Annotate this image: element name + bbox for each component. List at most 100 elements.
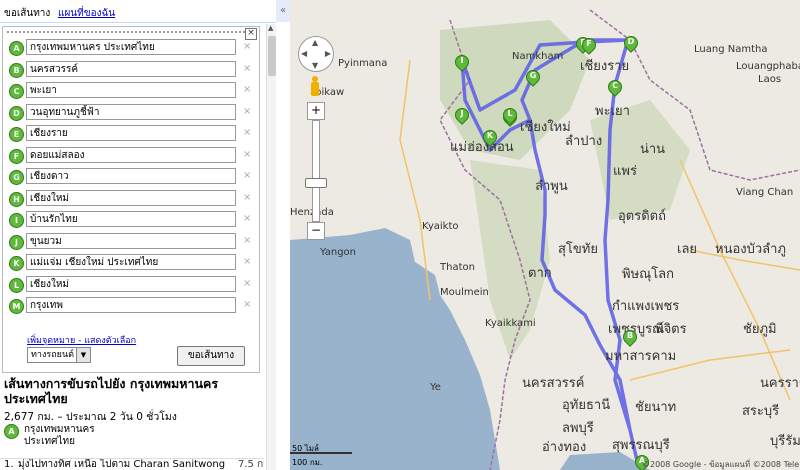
route-marker-d-icon[interactable]: D	[621, 33, 641, 56]
route-marker-g-icon[interactable]: G	[523, 67, 543, 90]
direction-step[interactable]: 1. มุ่งไปทางทิศ เหนือ ไปตาม Charan Sanit…	[0, 458, 264, 470]
remove-waypoint-icon[interactable]: ×	[243, 235, 251, 246]
map-place-label: Thaton	[440, 262, 475, 273]
collapse-panel-button[interactable]: «	[276, 0, 290, 22]
map-place-label: Kyaikto	[422, 221, 459, 232]
route-marker-k-icon[interactable]: K	[480, 127, 500, 150]
waypoint-marker-icon: H	[9, 191, 24, 207]
map-place-label: พิจิตร	[655, 322, 687, 337]
tab-my-maps[interactable]: แผนที่ของฉัน	[58, 6, 115, 21]
scale-bar: 50 ไมล์ 100 กม.	[290, 440, 360, 467]
map-place-label: ตาก	[528, 266, 552, 281]
map-place-label: นครสวรรค์	[522, 376, 585, 391]
marker-letter: B	[626, 331, 634, 340]
waypoint-marker-icon: D	[9, 105, 24, 121]
remove-waypoint-icon[interactable]: ×	[243, 256, 251, 267]
marker-letter: G	[529, 71, 537, 80]
waypoint-row: H เชียงใหม่ ×	[9, 189, 251, 208]
remove-waypoint-icon[interactable]: ×	[243, 213, 251, 224]
remove-waypoint-icon[interactable]: ×	[243, 299, 251, 310]
zoom-slider-thumb[interactable]	[305, 178, 327, 188]
waypoint-input[interactable]: ขุนยวม	[26, 232, 236, 249]
scrollbar[interactable]: ▲	[266, 24, 276, 470]
map-place-label: พิษณุโลก	[622, 267, 675, 282]
remove-waypoint-icon[interactable]: ×	[243, 149, 251, 160]
remove-waypoint-icon[interactable]: ×	[243, 106, 251, 117]
map-place-label: กำแพงเพชร	[612, 299, 680, 314]
zoom-out-button[interactable]: −	[307, 222, 325, 240]
directions-panel: ขอเส้นทาง แผนที่ของฉัน × A กรุงเทพมหานคร …	[0, 0, 276, 470]
map-place-label: แพร่	[613, 164, 637, 179]
drag-handle[interactable]	[7, 31, 245, 37]
map-place-label: น่าน	[640, 142, 666, 157]
map-place-label: Yangon	[320, 247, 357, 258]
route-marker-f-icon[interactable]: F	[579, 35, 599, 58]
waypoint-input[interactable]: เชียงใหม่	[26, 275, 236, 292]
tab-directions[interactable]: ขอเส้นทาง	[4, 6, 50, 21]
waypoint-input[interactable]: กรุงเทพ	[26, 297, 236, 313]
map-place-label: เลย	[677, 242, 698, 257]
map-place-label: สุโขทัย	[558, 242, 598, 257]
pegman-icon[interactable]	[309, 76, 321, 98]
map-place-label: Ye	[430, 382, 441, 393]
waypoint-input[interactable]: แม่แจ่ม เชียงใหม่ ประเทศไทย	[26, 254, 236, 270]
remove-waypoint-icon[interactable]: ×	[243, 278, 251, 289]
waypoint-input[interactable]: พะเยา	[26, 82, 236, 98]
waypoint-marker-icon: J	[9, 234, 24, 250]
map-place-label: เชียงใหม่	[520, 120, 571, 135]
pan-right-icon[interactable]: ▶	[325, 49, 331, 58]
map-place-label: Louangphabang	[736, 61, 800, 72]
map-place-label: พะเยา	[595, 104, 630, 119]
waypoint-marker-icon: M	[9, 299, 24, 314]
map-canvas[interactable]: Pyinmana Namkham Luang Namtha Louangphabang…	[290, 0, 800, 470]
waypoint-input[interactable]: นครสวรรค์	[26, 60, 236, 77]
waypoint-marker-icon: K	[9, 256, 24, 271]
route-marker-b-icon[interactable]: B	[620, 327, 640, 350]
map-place-label: มหาสารคาม	[605, 349, 677, 364]
route-marker-i-icon[interactable]: I	[452, 52, 472, 75]
chevron-down-icon[interactable]: ▼	[76, 348, 90, 362]
remove-waypoint-icon[interactable]: ×	[243, 84, 251, 95]
remove-waypoint-icon[interactable]: ×	[243, 170, 251, 181]
waypoint-input[interactable]: เชียงใหม่	[26, 189, 236, 206]
marker-letter: D	[627, 37, 635, 46]
start-location: กรุงเทพมหานคร ประเทศไทย	[24, 424, 95, 447]
zoom-in-button[interactable]: +	[307, 102, 325, 120]
pan-up-icon[interactable]: ▲	[312, 38, 318, 47]
map-place-label: ลำพูน	[535, 179, 568, 194]
scroll-up-icon[interactable]: ▲	[268, 24, 273, 32]
pan-control[interactable]: ▲ ▼ ◀ ▶	[298, 36, 334, 72]
waypoint-input[interactable]: บ้านรักไทย	[26, 211, 236, 227]
map-place-label: Kyaikkami	[485, 318, 536, 329]
remove-waypoint-icon[interactable]: ×	[243, 41, 251, 52]
map-place-label: อุทัยธานี	[562, 398, 611, 413]
map-place-label: นครราชสีมา	[760, 376, 800, 391]
route-marker-l-icon[interactable]: L	[500, 105, 520, 128]
map-place-label: ลพบุรี	[562, 421, 594, 436]
travel-mode-select[interactable]: ทางรถยนต์ ▼	[27, 347, 91, 363]
waypoint-row: G เชียงดาว ×	[9, 168, 251, 186]
remove-waypoint-icon[interactable]: ×	[243, 192, 251, 203]
step-number: 1.	[4, 459, 14, 470]
marker-letter: K	[486, 131, 494, 140]
waypoint-input[interactable]: กรุงเทพมหานคร ประเทศไทย	[26, 39, 236, 55]
waypoint-input[interactable]: วนอุทยานภูชี้ฟ้า	[26, 103, 236, 120]
remove-waypoint-icon[interactable]: ×	[243, 127, 251, 138]
pan-left-icon[interactable]: ◀	[301, 49, 307, 58]
route-marker-c-icon[interactable]: C	[605, 77, 625, 100]
remove-waypoint-icon[interactable]: ×	[243, 63, 251, 74]
marker-letter: F	[586, 39, 592, 48]
waypoint-input[interactable]: เชียงดาว	[26, 168, 236, 184]
waypoint-row: A กรุงเทพมหานคร ประเทศไทย ×	[9, 39, 251, 57]
pan-down-icon[interactable]: ▼	[312, 61, 318, 70]
waypoint-row: D วนอุทยานภูชี้ฟ้า ×	[9, 103, 251, 122]
add-destination-link[interactable]: เพิ่มจุดหมาย - แสดงตัวเลือก	[27, 333, 136, 347]
zoom-slider-track[interactable]	[312, 120, 320, 222]
waypoint-input[interactable]: เชียงราย	[26, 125, 236, 141]
tab-bar: ขอเส้นทาง แผนที่ของฉัน	[0, 0, 276, 23]
scrollbar-thumb[interactable]	[268, 36, 276, 76]
route-marker-j-icon[interactable]: J	[452, 105, 472, 128]
get-directions-button[interactable]: ขอเส้นทาง	[177, 346, 245, 366]
map-place-label: อ่างทอง	[542, 440, 587, 455]
waypoint-input[interactable]: ดอยแม่สลอง	[26, 146, 236, 163]
